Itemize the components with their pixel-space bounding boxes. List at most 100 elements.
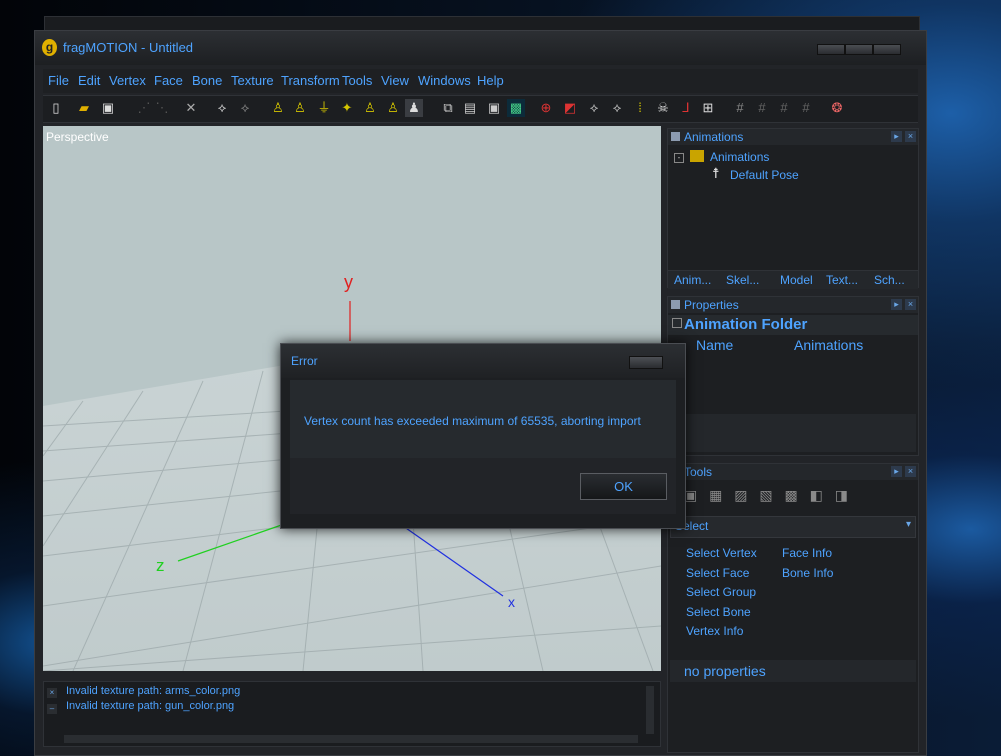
menu-view[interactable]: View	[381, 73, 409, 88]
grid-2-icon[interactable]: #	[731, 99, 749, 117]
delete-icon[interactable]: ✕	[182, 99, 200, 117]
target-icon[interactable]: ⊕	[537, 99, 555, 117]
tab-animations[interactable]: Anim...	[674, 273, 711, 287]
animations-panel-icon	[671, 132, 680, 141]
grid-3-icon[interactable]: #	[753, 99, 771, 117]
log-pin-icon[interactable]: ‒	[47, 704, 57, 714]
properties-heading: Animation Folder	[684, 316, 808, 333]
figure-tool-3-icon[interactable]: ⏚	[315, 99, 333, 117]
toolbar: ▯ ▰ ▣ ⋰ ⋱ ✕ ⟡ ⟡ ♙ ♙ ⏚ ✦ ♙ ♙ ♟ ⧉ ▤ ▣ ▩ ⊕ …	[43, 95, 918, 123]
tree-collapse-icon[interactable]: -	[674, 153, 684, 163]
properties-panel: Properties ▸ × Animation Folder Name Ani…	[667, 296, 919, 456]
tool-properties-row: no properties	[670, 660, 916, 682]
pose-figure-icon: ☨	[712, 165, 720, 181]
grid-4-icon[interactable]: #	[775, 99, 793, 117]
axes-icon[interactable]: ⅃	[677, 99, 695, 117]
tool-select-vertex[interactable]: Select Vertex	[686, 546, 757, 560]
grid-5-icon[interactable]: #	[797, 99, 815, 117]
dots-icon[interactable]: ⁞	[631, 99, 649, 117]
menu-bone[interactable]: Bone	[192, 73, 222, 88]
output-log: × ‒ Invalid texture path: arms_color.png…	[43, 681, 661, 747]
tools-panel: Tools ▸ × ▣ ▦ ▨ ▧ ▩ ◧ ◨ Select ▾ Select …	[667, 463, 919, 753]
tool-mode-dropdown[interactable]: Select ▾	[670, 516, 916, 538]
tools-iconbar[interactable]: ▣ ▦ ▨ ▧ ▩ ◧ ◨	[684, 487, 884, 509]
menu-vertex[interactable]: Vertex	[109, 73, 146, 88]
undo-icon[interactable]: ⋰	[135, 99, 153, 117]
joint-tool-icon[interactable]: ⟡	[585, 99, 603, 117]
panel-pin-icon[interactable]: ▸	[891, 466, 902, 477]
copy-icon[interactable]: ⧉	[439, 99, 457, 117]
tool-select-bone[interactable]: Select Bone	[686, 605, 751, 619]
minimize-button[interactable]	[817, 44, 845, 55]
figure-tool-1-icon[interactable]: ♙	[269, 99, 287, 117]
figure-tool-4-icon[interactable]: ✦	[338, 99, 356, 117]
panel-pin-icon[interactable]: ▸	[891, 131, 902, 142]
log-hscroll[interactable]	[64, 735, 638, 743]
panel-tabs: Anim... Skel... Model Text... Sch...	[668, 270, 918, 289]
tree-item-default-pose[interactable]: Default Pose	[730, 168, 799, 182]
menu-edit[interactable]: Edit	[78, 73, 100, 88]
no-properties-label: no properties	[684, 663, 766, 679]
panel-title: Tools	[684, 465, 713, 479]
tool-face-info[interactable]: Face Info	[782, 546, 832, 560]
properties-panel-icon	[671, 300, 680, 309]
dialog-close-button[interactable]	[629, 356, 663, 369]
figure-tool-7-icon[interactable]: ♟	[405, 99, 423, 117]
panel-pin-icon[interactable]: ▸	[891, 299, 902, 310]
heading-collapse-icon[interactable]	[672, 318, 682, 328]
log-close-icon[interactable]: ×	[47, 688, 57, 698]
menu-texture[interactable]: Texture	[231, 73, 274, 88]
duplicate-icon[interactable]: ▣	[485, 99, 503, 117]
panel-close-icon[interactable]: ×	[905, 299, 916, 310]
menu-help[interactable]: Help	[477, 73, 504, 88]
log-line: Invalid texture path: arms_color.png	[66, 685, 241, 697]
log-vscroll[interactable]	[646, 686, 654, 734]
panel-close-icon[interactable]: ×	[905, 131, 916, 142]
save-icon[interactable]: ▣	[99, 99, 117, 117]
dialog-message-area: Vertex count has exceeded maximum of 655…	[290, 380, 676, 458]
tree-root-animations[interactable]: Animations	[710, 150, 769, 164]
joint-tool-2-icon[interactable]: ⟡	[608, 99, 626, 117]
column-name: Name	[696, 337, 734, 353]
close-button[interactable]	[873, 44, 901, 55]
paste-icon[interactable]: ▤	[461, 99, 479, 117]
chevron-down-icon[interactable]: ▾	[906, 519, 911, 530]
grid-icon[interactable]: ⊞	[699, 99, 717, 117]
tool-select-face[interactable]: Select Face	[686, 566, 749, 580]
red-tool-icon[interactable]: ◩	[561, 99, 579, 117]
panel-header: Properties ▸ ×	[668, 297, 918, 313]
panel-header: Animations ▸ ×	[668, 129, 918, 145]
tool-select-group[interactable]: Select Group	[686, 585, 756, 599]
redo-icon[interactable]: ⋱	[153, 99, 171, 117]
title-bar: g fragMOTION - Untitled	[35, 31, 926, 65]
tab-model[interactable]: Model	[780, 273, 813, 287]
ok-button[interactable]: OK	[580, 473, 667, 500]
tab-textures[interactable]: Text...	[826, 273, 858, 287]
menu-face[interactable]: Face	[154, 73, 183, 88]
figure-tool-6-icon[interactable]: ♙	[384, 99, 402, 117]
tab-skeleton[interactable]: Skel...	[726, 273, 759, 287]
panel-close-icon[interactable]: ×	[905, 466, 916, 477]
tool-bone-info[interactable]: Bone Info	[782, 566, 833, 580]
maximize-button[interactable]	[845, 44, 873, 55]
bone-tool-icon[interactable]: ⟡	[213, 99, 231, 117]
menu-tools[interactable]: Tools	[342, 73, 372, 88]
column-animations: Animations	[794, 337, 864, 353]
open-folder-icon[interactable]: ▰	[75, 99, 93, 117]
panel-title: Animations	[684, 130, 744, 144]
tab-schematic[interactable]: Sch...	[874, 273, 905, 287]
texture-view-icon[interactable]: ▩	[507, 99, 525, 117]
menu-transform[interactable]: Transform	[281, 73, 340, 88]
folder-icon	[690, 150, 704, 162]
menu-windows[interactable]: Windows	[418, 73, 471, 88]
log-line: Invalid texture path: gun_color.png	[66, 700, 235, 712]
menu-file[interactable]: File	[48, 73, 69, 88]
figure-tool-5-icon[interactable]: ♙	[361, 99, 379, 117]
new-file-icon[interactable]: ▯	[47, 99, 65, 117]
error-dialog: Error Vertex count has exceeded maximum …	[280, 343, 686, 529]
figure-tool-2-icon[interactable]: ♙	[291, 99, 309, 117]
tool-vertex-info[interactable]: Vertex Info	[686, 624, 743, 638]
wheel-icon[interactable]: ❂	[828, 99, 846, 117]
skull-icon[interactable]: ☠	[654, 99, 672, 117]
bone-tool-2-icon[interactable]: ⟡	[236, 99, 254, 117]
